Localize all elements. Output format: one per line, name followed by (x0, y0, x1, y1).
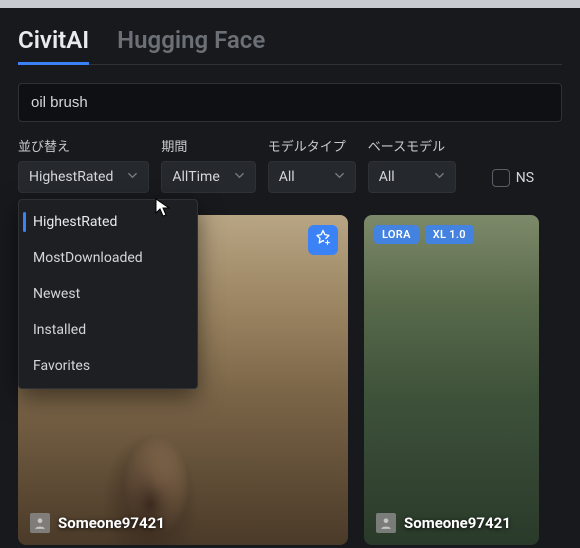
main-content: CivitAI Hugging Face 並び替え HighestRated H… (0, 8, 580, 545)
avatar (30, 513, 50, 533)
badge-base: XL 1.0 (425, 225, 474, 244)
basemodel-select-value: All (379, 169, 395, 185)
search-input[interactable] (18, 83, 562, 122)
filter-modeltype-label: モデルタイプ (268, 136, 356, 155)
model-card[interactable]: LORA XL 1.0 Someone97421 (364, 215, 539, 545)
period-select[interactable]: AllTime (161, 161, 255, 193)
star-plus-icon (314, 229, 332, 251)
filter-basemodel: ベースモデル All (368, 136, 456, 193)
filter-sort: 並び替え HighestRated HighestRated MostDownl… (18, 136, 149, 193)
modeltype-select-value: All (279, 169, 295, 185)
filter-sort-label: 並び替え (18, 136, 149, 155)
badge-type: LORA (374, 225, 419, 244)
filter-bar: 並び替え HighestRated HighestRated MostDownl… (18, 136, 562, 193)
favorite-button[interactable] (308, 225, 338, 255)
chevron-down-icon (334, 169, 345, 185)
sort-dropdown: HighestRated MostDownloaded Newest Insta… (18, 199, 198, 389)
filter-modeltype: モデルタイプ All (268, 136, 356, 193)
nsfw-label: NS (516, 170, 534, 186)
chevron-down-icon (434, 169, 445, 185)
chevron-down-icon (127, 169, 138, 185)
sort-option-newest[interactable]: Newest (19, 276, 197, 312)
author-name: Someone97421 (404, 514, 511, 532)
sort-option-installed[interactable]: Installed (19, 312, 197, 348)
nsfw-checkbox[interactable] (492, 169, 510, 187)
period-select-value: AllTime (172, 169, 219, 185)
filter-period: 期間 AllTime (161, 136, 255, 193)
model-badges: LORA XL 1.0 (374, 225, 474, 244)
sort-option-highestrated[interactable]: HighestRated (19, 204, 197, 240)
window-titlebar-spacer (0, 0, 580, 8)
tab-huggingface[interactable]: Hugging Face (117, 26, 265, 65)
source-tabs: CivitAI Hugging Face (18, 26, 562, 65)
sort-option-mostdownloaded[interactable]: MostDownloaded (19, 240, 197, 276)
filter-period-label: 期間 (161, 136, 255, 155)
sort-option-favorites[interactable]: Favorites (19, 348, 197, 384)
author-chip[interactable]: Someone97421 (30, 513, 165, 533)
author-chip[interactable]: Someone97421 (376, 513, 511, 533)
author-name: Someone97421 (58, 514, 165, 532)
modeltype-select[interactable]: All (268, 161, 356, 193)
sort-select[interactable]: HighestRated (18, 161, 149, 193)
sort-select-value: HighestRated (29, 169, 113, 185)
basemodel-select[interactable]: All (368, 161, 456, 193)
filter-basemodel-label: ベースモデル (368, 136, 456, 155)
tab-civitai[interactable]: CivitAI (18, 26, 89, 65)
avatar (376, 513, 396, 533)
nsfw-toggle: NS (492, 169, 534, 193)
chevron-down-icon (234, 169, 245, 185)
model-preview-image (364, 215, 539, 545)
